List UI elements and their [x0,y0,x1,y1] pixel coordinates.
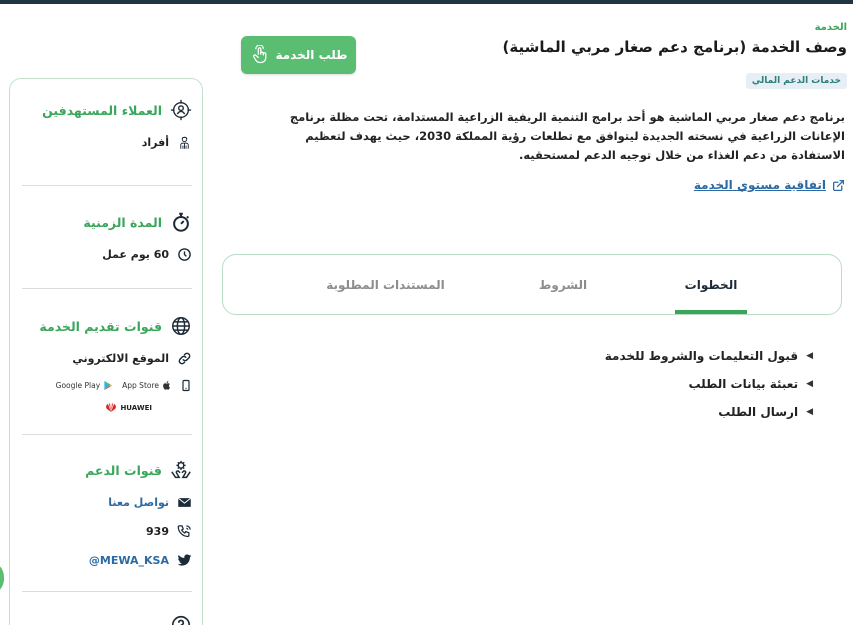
triangle-left-icon: ◀ [806,407,813,417]
contact-row[interactable]: تواصل معنا [22,495,192,510]
website-row[interactable]: الموقع الالكتروني [22,351,192,366]
section-title: قنوات تقديم الخدمة [39,318,162,334]
stopwatch-icon [173,212,190,232]
page-title: وصف الخدمة (برنامج دعم صغار مربي الماشية… [502,38,847,56]
sla-link[interactable]: اتفاقية مستوي الخدمة [694,178,845,192]
app-store-badge[interactable]: App Store [122,380,172,391]
support-section: قنوات الدعم تواصل معنا 939 MEWA_KSA@ [22,459,192,568]
step-label: ارسال الطلب [718,405,799,419]
tab-conditions[interactable]: الشروط [523,255,603,314]
phone-icon [177,525,191,538]
target-user-icon [170,99,192,121]
app-store-label: App Store [122,381,159,390]
twitter-handle: MEWA_KSA@ [88,554,169,567]
mobile-phone-icon [182,379,190,392]
section-title: المدة الزمنية [83,214,162,230]
external-link-icon [832,179,845,191]
section-header: قنوات تقديم الخدمة [22,315,192,337]
top-strip [0,0,853,4]
triangle-left-icon: ◀ [806,351,813,361]
section-title: قنوات الدعم [85,462,162,478]
hand-pointer-icon [252,45,266,64]
list-item: ◀ ارسال الطلب [605,398,813,426]
channels-section: قنوات تقديم الخدمة الموقع الالكتروني App… [22,315,192,412]
website-label: الموقع الالكتروني [72,352,169,365]
hands-gear-icon [171,460,191,479]
beneficiary-row: أفراد [22,135,192,150]
google-play-label: Google Play [55,381,101,390]
duration-value: 60 يوم عمل [102,248,169,261]
request-service-button[interactable]: طلب الخدمة [241,36,356,74]
category-tag: خدمات الدعم المالي [745,73,847,89]
divider [22,434,192,435]
huawei-icon [106,403,117,412]
step-label: تعبئة بيانات الطلب [688,377,799,391]
apple-icon [163,381,170,390]
service-description: برنامج دعم صغار مربي الماشية هو أحد برام… [289,110,845,162]
triangle-left-icon: ◀ [806,379,813,389]
side-feedback-tab[interactable] [0,561,4,595]
link-icon [178,352,191,365]
duration-section: المدة الزمنية 60 يوم عمل [22,211,192,262]
divider [22,288,192,289]
section-header [22,614,192,625]
envelope-icon [177,497,192,507]
mobile-apps-row: App Store Google Play [22,378,192,393]
steps-list: ◀ قبول التعليمات والشروط للخدمة ◀ تعبئة … [605,342,813,426]
list-item: ◀ قبول التعليمات والشروط للخدمة [605,342,813,370]
twitter-icon [177,554,192,566]
tab-steps[interactable]: الخطوات [675,255,747,314]
phone-row[interactable]: 939 [22,524,192,539]
request-service-label: طلب الخدمة [275,48,348,62]
contact-link: تواصل معنا [108,496,169,509]
beneficiaries-section: العملاء المستهدفين أفراد [22,99,192,150]
huawei-label: HUAWEI [120,403,152,412]
question-circle-icon [171,615,191,625]
service-label: الخدمة [814,22,847,33]
globe-icon [172,317,190,335]
tab-required-documents[interactable]: المستندات المطلوبة [313,255,458,314]
section-header: المدة الزمنية [22,211,192,233]
section-header: قنوات الدعم [22,459,192,481]
service-info-sidebar: العملاء المستهدفين أفراد المدة الزمنية 6… [9,78,203,625]
sla-link-label: اتفاقية مستوي الخدمة [693,178,826,192]
clock-icon [178,248,191,261]
section-header: العملاء المستهدفين [22,99,192,121]
list-item: ◀ تعبئة بيانات الطلب [605,370,813,398]
beneficiary-value: أفراد [141,136,169,149]
phone-number: 939 [146,525,169,538]
huawei-badge[interactable]: HUAWEI [22,403,152,412]
google-play-icon [104,380,113,391]
duration-row: 60 يوم عمل [22,247,192,262]
divider [22,591,192,592]
divider [22,185,192,186]
google-play-badge[interactable]: Google Play [56,380,114,391]
person-icon [180,136,189,149]
section-title: العملاء المستهدفين [42,102,162,118]
faq-section [22,614,192,625]
step-label: قبول التعليمات والشروط للخدمة [604,349,799,363]
tabs-bar: الخطوات الشروط المستندات المطلوبة [222,254,842,315]
twitter-row[interactable]: MEWA_KSA@ [22,553,192,568]
